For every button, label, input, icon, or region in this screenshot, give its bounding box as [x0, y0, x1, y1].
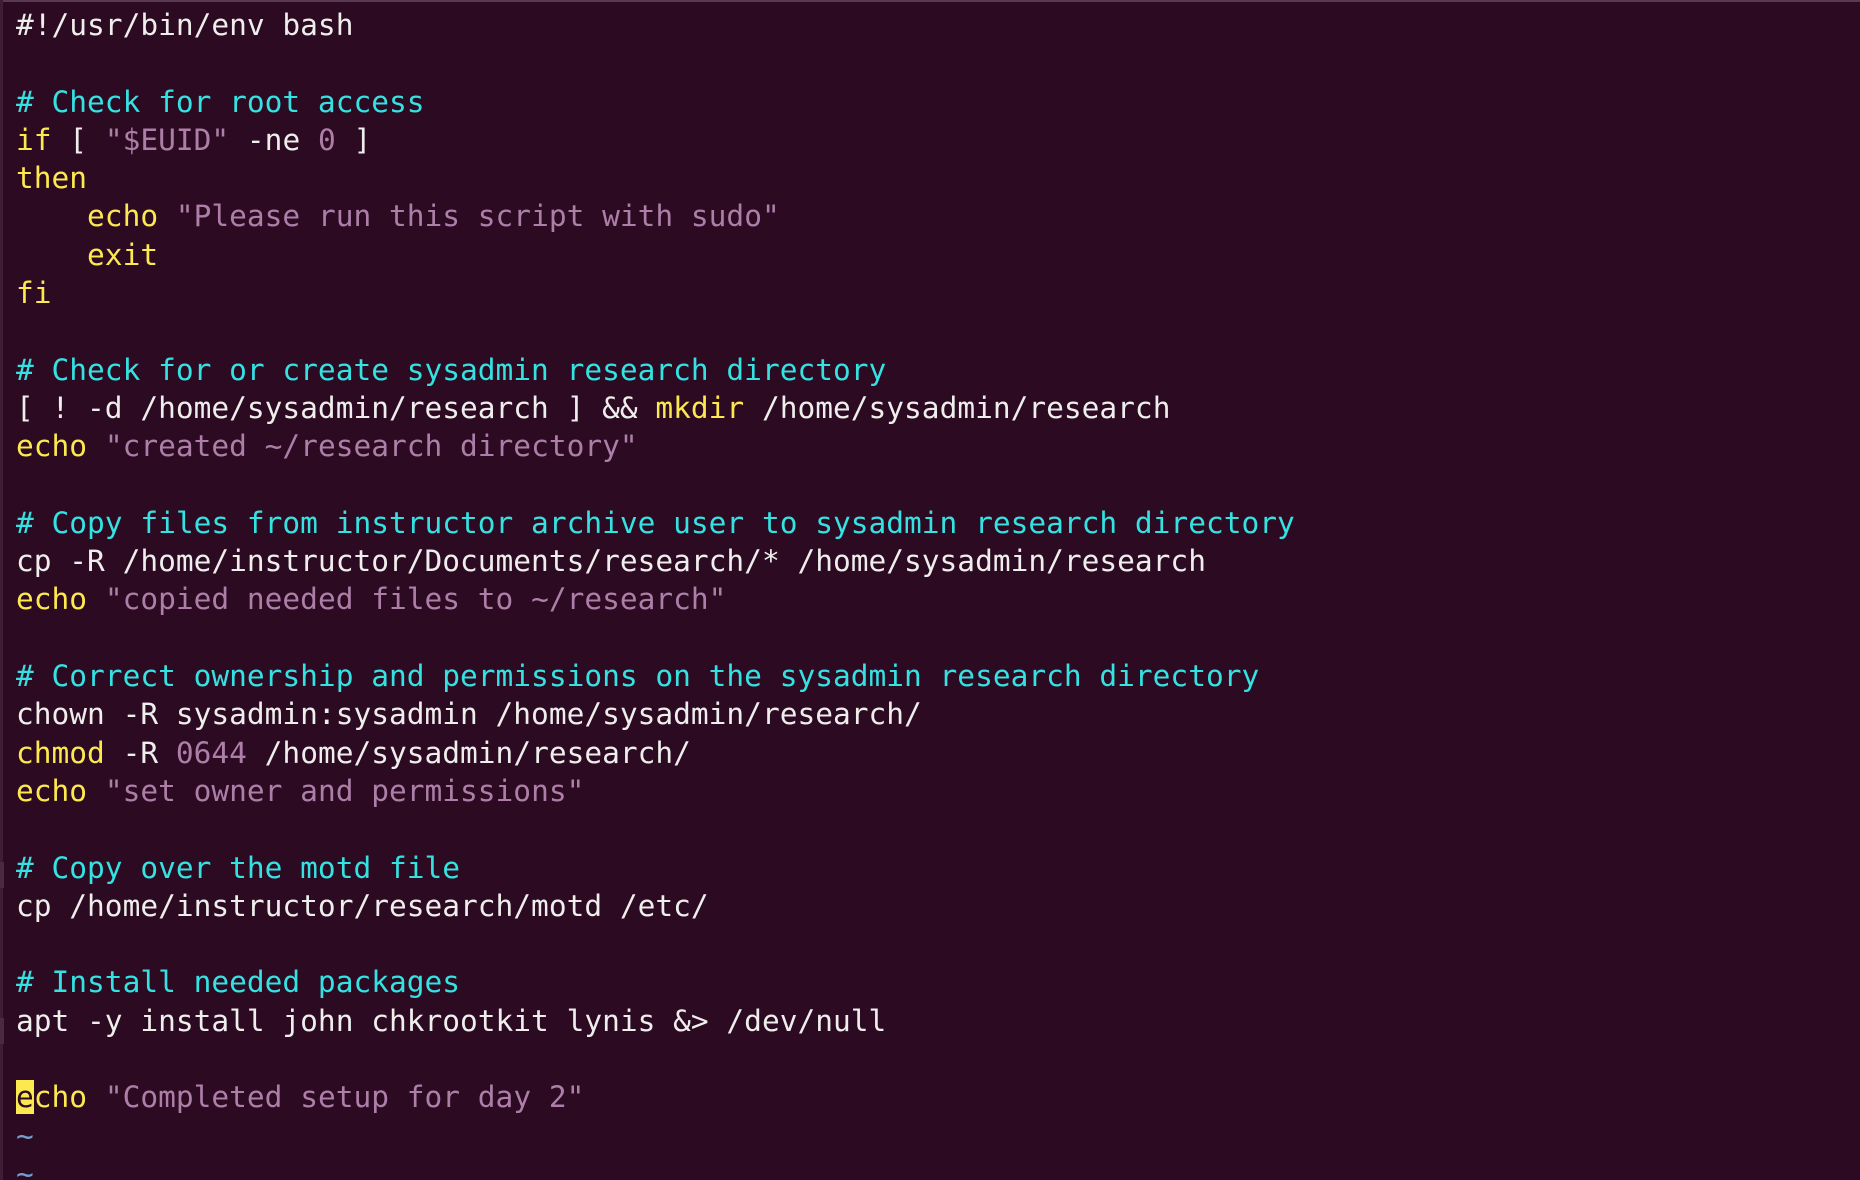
- code-line[interactable]: if [ "$EUID" -ne 0 ]: [16, 121, 1846, 159]
- code-token-number: 0644: [175, 735, 247, 770]
- code-line[interactable]: cp -R /home/instructor/Documents/researc…: [16, 542, 1846, 580]
- code-token-keyword: if: [16, 122, 52, 157]
- code-token-default: [87, 582, 105, 616]
- window-top-border: [0, 0, 1860, 2]
- code-token-default: cp -R /home/instructor/Documents/researc…: [16, 544, 1206, 579]
- code-token-keyword: echo: [16, 429, 88, 464]
- code-token-default: #!/usr/bin/env bash: [16, 8, 354, 42]
- code-token-default: -ne: [229, 122, 318, 157]
- code-token-default: [16, 238, 87, 272]
- code-line[interactable]: then: [16, 159, 1846, 197]
- code-line[interactable]: echo "created ~/research directory": [16, 427, 1846, 465]
- code-token-tilde: ~: [16, 1118, 34, 1153]
- code-line[interactable]: [16, 44, 1846, 82]
- code-token-string: "copied needed files to ~/research": [104, 582, 727, 617]
- terminal-window[interactable]: #!/usr/bin/env bash # Check for root acce…: [0, 0, 1860, 1180]
- code-token-keyword: mkdir: [655, 390, 745, 425]
- code-line[interactable]: # Check for root access: [16, 83, 1846, 121]
- code-token-default: [: [51, 122, 105, 157]
- code-line[interactable]: echo "Please run this script with sudo": [16, 197, 1846, 235]
- code-token-default: [ ! -d /home/sysadmin/research ] &&: [16, 390, 656, 425]
- code-token-comment: # Check for root access: [16, 84, 425, 119]
- code-line[interactable]: fi: [16, 274, 1846, 312]
- code-token-default: [87, 774, 105, 808]
- code-line[interactable]: [16, 925, 1846, 963]
- code-token-string: "Please run this script with sudo": [175, 199, 780, 234]
- code-token-default: [158, 199, 176, 233]
- code-token-string: "Completed setup for day 2": [104, 1080, 585, 1115]
- code-token-keyword: echo: [87, 199, 159, 234]
- code-token-comment: # Check for or create sysadmin research …: [16, 352, 887, 387]
- code-line[interactable]: [16, 1040, 1846, 1078]
- vim-editor-buffer[interactable]: #!/usr/bin/env bash # Check for root acce…: [16, 6, 1846, 1180]
- code-token-string: "created ~/research directory": [104, 429, 638, 464]
- code-line[interactable]: [ ! -d /home/sysadmin/research ] && mkdi…: [16, 389, 1846, 427]
- code-token-comment: # Correct ownership and permissions on t…: [16, 659, 1260, 694]
- code-line[interactable]: chown -R sysadmin:sysadmin /home/sysadmi…: [16, 695, 1846, 733]
- code-token-number: 0: [317, 122, 336, 157]
- code-token-keyword: cho: [33, 1080, 88, 1115]
- code-line[interactable]: # Correct ownership and permissions on t…: [16, 657, 1846, 695]
- code-line[interactable]: # Install needed packages: [16, 963, 1846, 1001]
- code-token-default: [87, 1080, 105, 1114]
- code-token-comment: # Install needed packages: [16, 965, 461, 1000]
- code-token-keyword: echo: [16, 582, 88, 617]
- code-line[interactable]: echo "copied needed files to ~/research": [16, 580, 1846, 618]
- code-token-comment: # Copy files from instructor archive use…: [16, 505, 1295, 540]
- window-left-border: [0, 0, 3, 1180]
- code-line[interactable]: [16, 466, 1846, 504]
- code-token-default: ]: [335, 122, 372, 157]
- code-token-default: /home/sysadmin/research: [744, 390, 1171, 425]
- code-token-default: [16, 199, 87, 233]
- code-token-default: apt -y install john chkrootkit lynis &> …: [16, 1003, 887, 1038]
- code-line[interactable]: # Copy files from instructor archive use…: [16, 504, 1846, 542]
- code-token-keyword: then: [16, 161, 88, 196]
- code-token-string: "$EUID": [104, 122, 230, 157]
- scroll-indicator: [0, 1018, 4, 1044]
- code-token-string: "set owner and permissions": [104, 773, 585, 808]
- code-token-default: -R: [104, 735, 176, 770]
- code-line[interactable]: #!/usr/bin/env bash: [16, 6, 1846, 44]
- code-line[interactable]: echo "set owner and permissions": [16, 772, 1846, 810]
- code-line[interactable]: [16, 312, 1846, 350]
- code-token-keyword: chmod: [16, 735, 105, 770]
- scroll-indicator: [0, 862, 4, 888]
- code-line[interactable]: chmod -R 0644 /home/sysadmin/research/: [16, 734, 1846, 772]
- code-token-keyword: echo: [16, 773, 88, 808]
- code-token-comment: # Copy over the motd file: [16, 850, 461, 885]
- code-token-default: chown -R sysadmin:sysadmin /home/sysadmi…: [16, 697, 922, 732]
- text-cursor: e: [16, 1080, 34, 1115]
- code-line[interactable]: exit: [16, 236, 1846, 274]
- code-token-tilde: ~: [16, 1156, 34, 1180]
- code-token-keyword: exit: [87, 237, 159, 272]
- code-line[interactable]: [16, 619, 1846, 657]
- empty-buffer-line[interactable]: ~: [16, 1117, 1846, 1155]
- code-line[interactable]: echo "Completed setup for day 2": [16, 1078, 1846, 1116]
- code-line[interactable]: apt -y install john chkrootkit lynis &> …: [16, 1002, 1846, 1040]
- empty-buffer-line[interactable]: ~: [16, 1155, 1846, 1180]
- code-line[interactable]: # Check for or create sysadmin research …: [16, 351, 1846, 389]
- code-token-default: cp /home/instructor/research/motd /etc/: [16, 888, 709, 923]
- code-token-keyword: fi: [16, 276, 52, 311]
- code-token-default: /home/sysadmin/research/: [246, 735, 691, 770]
- code-line[interactable]: # Copy over the motd file: [16, 849, 1846, 887]
- code-line[interactable]: cp /home/instructor/research/motd /etc/: [16, 887, 1846, 925]
- code-line[interactable]: [16, 810, 1846, 848]
- code-token-default: [87, 429, 105, 463]
